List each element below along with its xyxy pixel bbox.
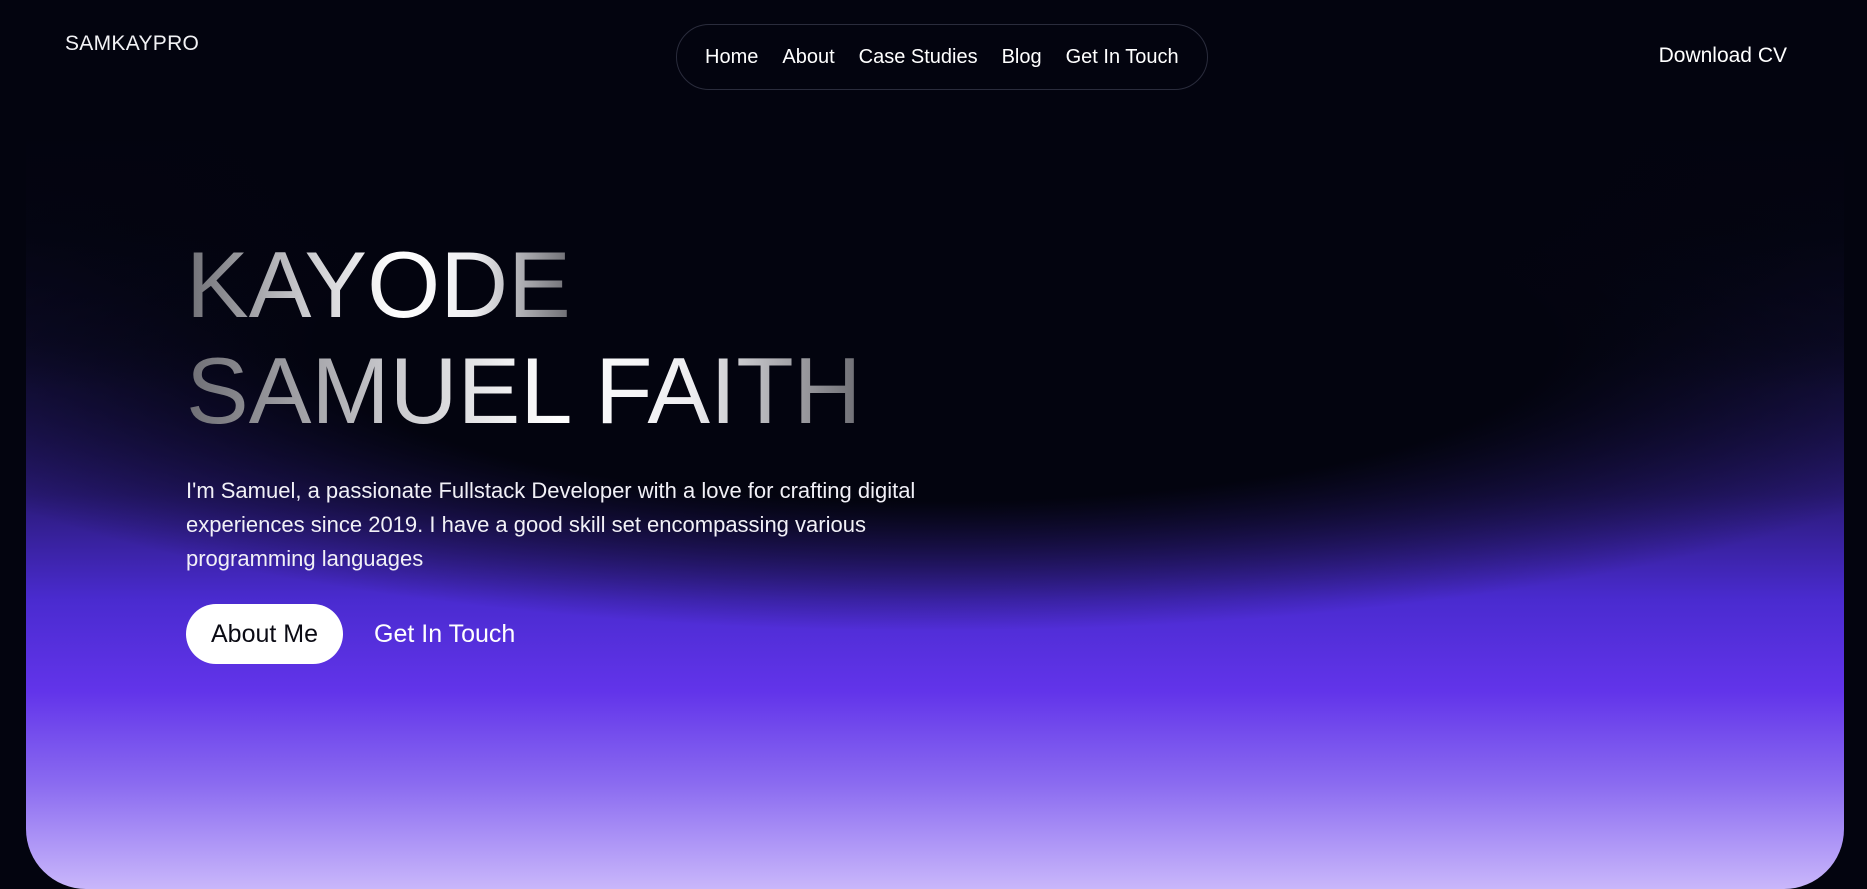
download-cv-link[interactable]: Download CV (1659, 44, 1787, 68)
hero-name-line-2: SAMUEL FAITH (186, 338, 862, 443)
hero-actions: About Me Get In Touch (186, 604, 946, 664)
about-me-button[interactable]: About Me (186, 604, 344, 664)
site-logo[interactable]: SAMKAYPRO (65, 32, 199, 56)
hero-section: KAYODE SAMUEL FAITH I'm Samuel, a passio… (186, 232, 946, 664)
page: SAMKAYPRO Home About Case Studies Blog G… (0, 0, 1867, 889)
hero-name-line-1: KAYODE (186, 232, 571, 337)
nav-item-home[interactable]: Home (705, 46, 758, 69)
nav-item-case-studies[interactable]: Case Studies (859, 46, 978, 69)
get-in-touch-link[interactable]: Get In Touch (374, 620, 515, 649)
nav-item-get-in-touch[interactable]: Get In Touch (1066, 46, 1179, 69)
hero-intro-text: I'm Samuel, a passionate Fullstack Devel… (186, 478, 916, 571)
nav-item-blog[interactable]: Blog (1002, 46, 1042, 69)
nav-item-about[interactable]: About (782, 46, 834, 69)
main-nav: Home About Case Studies Blog Get In Touc… (676, 24, 1208, 90)
